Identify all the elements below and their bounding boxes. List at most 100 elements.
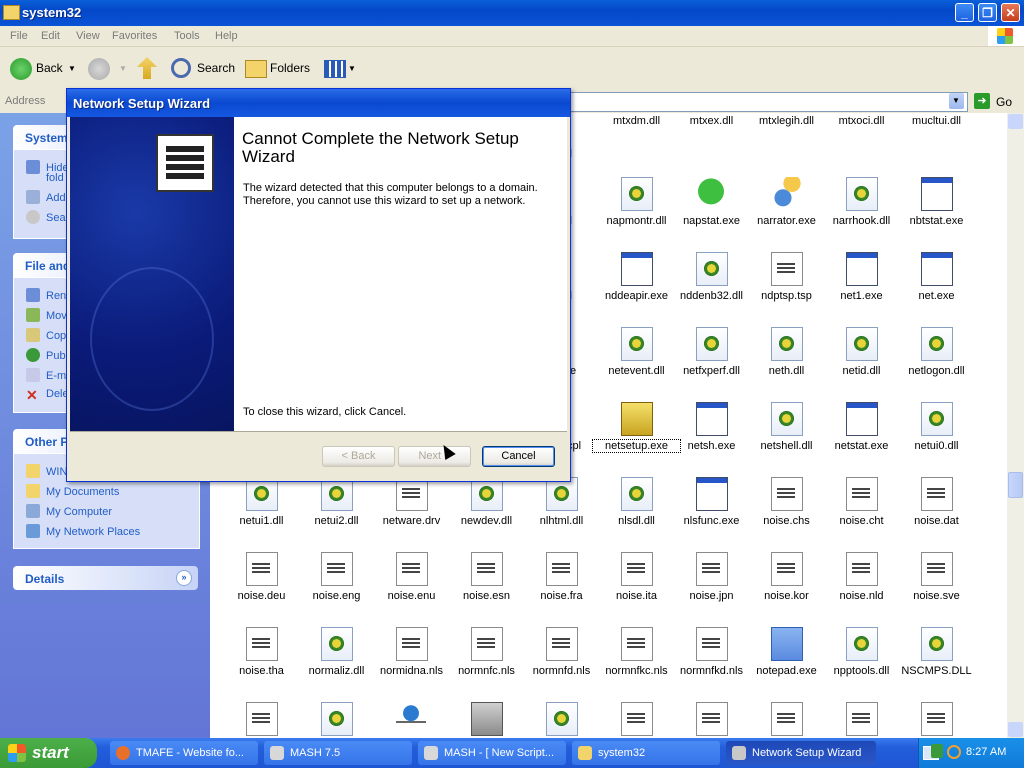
windows-folder-item[interactable]: WIN: [26, 464, 67, 478]
file-item[interactable]: noise.ita: [599, 546, 674, 616]
file-item[interactable]: netui0.dll: [899, 396, 974, 466]
file-item[interactable]: netevent.dll: [599, 321, 674, 391]
file-item[interactable]: ntbackup.exe: [449, 696, 524, 738]
file-item[interactable]: noise.cht: [824, 471, 899, 541]
file-item[interactable]: notepad.exe: [749, 621, 824, 691]
file-item[interactable]: noise.sve: [899, 546, 974, 616]
file-item[interactable]: nslookup.exe: [374, 696, 449, 738]
file-item[interactable]: noise.enu: [374, 546, 449, 616]
task-mash-script[interactable]: MASH - [ New Script...: [418, 741, 566, 765]
my-documents-item[interactable]: My Documents: [26, 484, 119, 498]
search-icon[interactable]: [171, 58, 191, 78]
file-item[interactable]: nddenb32.dll: [674, 246, 749, 316]
task-tmafe[interactable]: TMAFE - Website fo...: [110, 741, 258, 765]
next-button[interactable]: Next >: [398, 446, 471, 467]
menu-file[interactable]: File: [10, 30, 28, 42]
file-item[interactable]: mtxex.dll: [674, 113, 749, 141]
file-item[interactable]: noise.tha: [224, 621, 299, 691]
go-button[interactable]: ➜ Go: [970, 92, 1020, 110]
minimize-button[interactable]: _: [955, 3, 974, 22]
forward-arrow-icon[interactable]: [88, 58, 110, 80]
file-item[interactable]: ndptsp.tsp: [749, 246, 824, 316]
file-item[interactable]: noise.fra: [524, 546, 599, 616]
file-item[interactable]: nlsdl.dll: [599, 471, 674, 541]
file-item[interactable]: mtxdm.dll: [599, 113, 674, 141]
search-files-item[interactable]: Sea: [26, 210, 66, 224]
email-item[interactable]: E-m: [26, 368, 66, 382]
file-item[interactable]: nscompat.tlb: [224, 696, 299, 738]
file-item[interactable]: net.exe: [899, 246, 974, 316]
file-item[interactable]: noise.dat: [899, 471, 974, 541]
file-item[interactable]: netfxperf.dll: [674, 321, 749, 391]
scroll-thumb[interactable]: [1008, 472, 1023, 498]
file-item[interactable]: ntdos412.sys: [749, 696, 824, 738]
search-button[interactable]: Search: [197, 55, 235, 81]
back-button[interactable]: Back: [36, 55, 63, 81]
delete-item[interactable]: ✕ Dele: [26, 388, 69, 402]
file-item[interactable]: noise.jpn: [674, 546, 749, 616]
file-item[interactable]: normnfkc.nls: [599, 621, 674, 691]
cancel-button[interactable]: Cancel: [482, 446, 555, 467]
file-item[interactable]: narrhook.dll: [824, 171, 899, 241]
move-item[interactable]: Mov: [26, 308, 67, 322]
folders-icon[interactable]: [245, 60, 267, 78]
dialog-titlebar[interactable]: Network Setup Wizard: [67, 89, 570, 117]
menu-edit[interactable]: Edit: [41, 30, 60, 42]
back-dropdown-icon[interactable]: ▼: [68, 64, 76, 73]
file-item[interactable]: netsh.exe: [674, 396, 749, 466]
search-tray-icon[interactable]: [947, 745, 961, 759]
file-item[interactable]: noise.kor: [749, 546, 824, 616]
file-item[interactable]: NSCMPS.DLL: [899, 621, 974, 691]
file-item[interactable]: napstat.exe: [674, 171, 749, 241]
task-network-setup-wizard[interactable]: Network Setup Wizard: [726, 741, 876, 765]
file-item[interactable]: noise.eng: [299, 546, 374, 616]
publish-item[interactable]: Pub: [26, 348, 66, 362]
file-item[interactable]: netlogon.dll: [899, 321, 974, 391]
forward-dropdown-icon[interactable]: ▼: [119, 64, 127, 73]
rename-item[interactable]: Ren: [26, 288, 66, 302]
file-item[interactable]: NSERROR.DLL: [299, 696, 374, 738]
file-item[interactable]: netsetup.exe: [592, 396, 681, 466]
menu-help[interactable]: Help: [215, 30, 238, 42]
file-item[interactable]: ntdos404.sys: [599, 696, 674, 738]
menu-tools[interactable]: Tools: [174, 30, 200, 42]
folders-button[interactable]: Folders: [270, 55, 310, 81]
menu-favorites[interactable]: Favorites: [112, 30, 157, 42]
file-item[interactable]: nbtstat.exe: [899, 171, 974, 241]
up-folder-icon[interactable]: [137, 57, 157, 79]
window-titlebar[interactable]: system32 _ ❐ ✕: [0, 0, 1024, 26]
file-item[interactable]: normnfd.nls: [524, 621, 599, 691]
file-item[interactable]: mucltui.dll: [899, 113, 974, 141]
file-item[interactable]: noise.chs: [749, 471, 824, 541]
expand-chevron-icon[interactable]: »: [176, 570, 192, 586]
hide-folder-item-line2[interactable]: fold: [46, 172, 64, 184]
restore-button[interactable]: ❐: [978, 3, 997, 22]
file-item[interactable]: net1.exe: [824, 246, 899, 316]
file-item[interactable]: noise.nld: [824, 546, 899, 616]
file-item[interactable]: normnfc.nls: [449, 621, 524, 691]
file-item[interactable]: nddeapir.exe: [599, 246, 674, 316]
file-item[interactable]: napmontr.dll: [599, 171, 674, 241]
back-button-dialog[interactable]: < Back: [322, 446, 395, 467]
copy-item[interactable]: Cop: [26, 328, 66, 342]
file-item[interactable]: normaliz.dll: [299, 621, 374, 691]
views-icon[interactable]: [324, 60, 346, 78]
menu-view[interactable]: View: [76, 30, 100, 42]
file-item[interactable]: ntdll.dll: [524, 696, 599, 738]
scroll-up-button[interactable]: [1008, 114, 1023, 129]
file-item[interactable]: mtxoci.dll: [824, 113, 899, 141]
file-item[interactable]: netid.dll: [824, 321, 899, 391]
details-header[interactable]: Details »: [13, 566, 198, 590]
file-item[interactable]: nlsfunc.exe: [674, 471, 749, 541]
address-dropdown-icon[interactable]: ▼: [949, 93, 964, 109]
vertical-scrollbar[interactable]: [1007, 113, 1024, 738]
file-item[interactable]: noise.deu: [224, 546, 299, 616]
file-item[interactable]: mtxlegih.dll: [749, 113, 824, 141]
file-item[interactable]: noise.esn: [449, 546, 524, 616]
file-item[interactable]: ntdos411.sys: [674, 696, 749, 738]
my-network-places-item[interactable]: My Network Places: [26, 524, 140, 538]
file-item[interactable]: neth.dll: [749, 321, 824, 391]
file-item[interactable]: ntdos804.sys: [824, 696, 899, 738]
file-item[interactable]: ntdos.sys: [899, 696, 974, 738]
back-arrow-icon[interactable]: [10, 58, 32, 80]
